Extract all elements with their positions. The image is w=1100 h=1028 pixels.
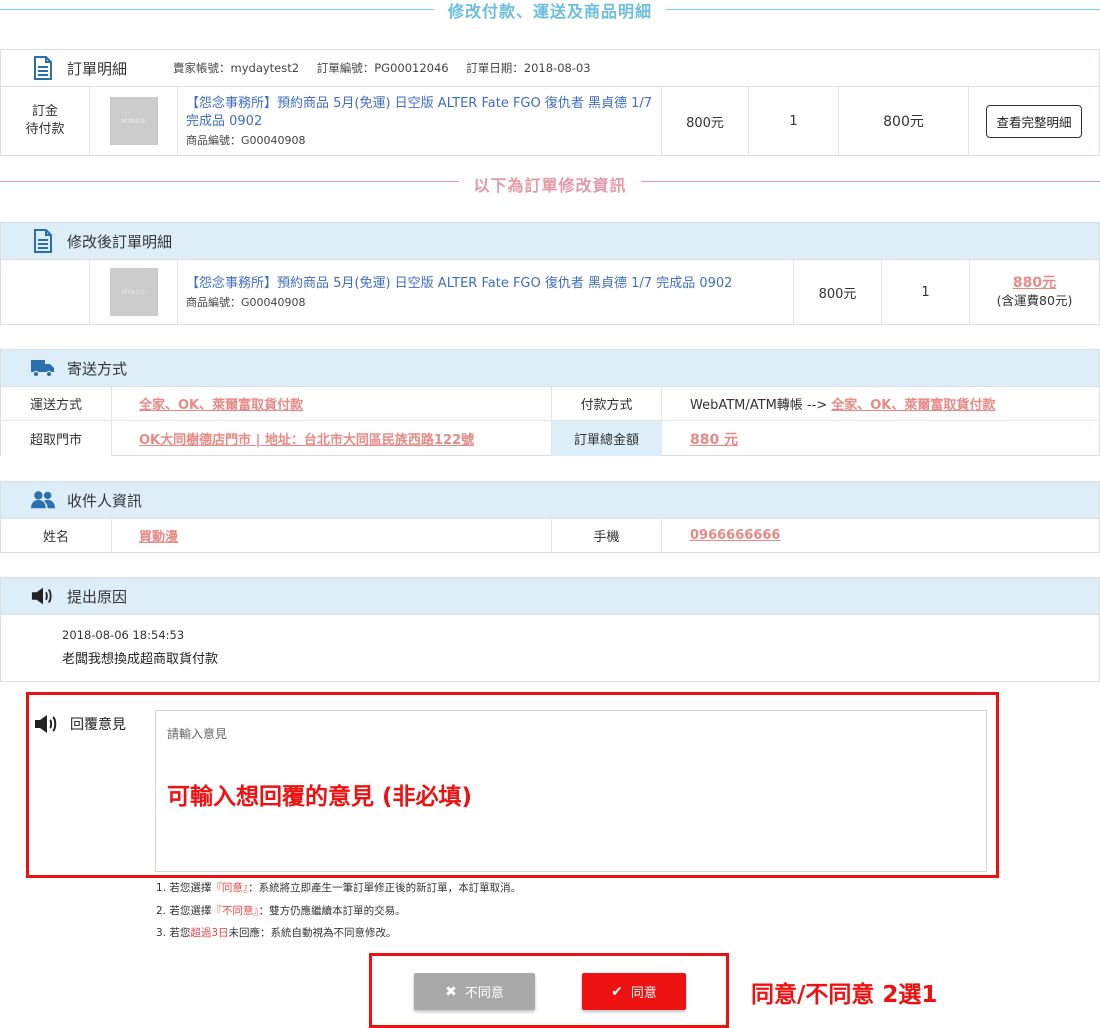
pickup-store-value: OK大同樹德店門市 | 地址：台北市大同區民族西路122號 (139, 433, 475, 448)
reason-header: 提出原因 (1, 578, 1099, 615)
note-disagree: 2. 若您選擇『不同意』：雙方仍應繼續本訂單的交易。 (156, 905, 406, 917)
modified-total: 880元 (1012, 275, 1057, 291)
recipient-phone: 0966666666 (690, 528, 781, 543)
phone-label: 手機 (552, 519, 662, 552)
name-label: 姓名 (1, 519, 112, 552)
table-row: 超取門市 OK大同樹德店門市 | 地址：台北市大同區民族西路122號 訂單總金額… (1, 421, 1099, 456)
reply-placeholder: 請輸入意見 (167, 727, 228, 741)
order-date: 訂單日期：2018-08-03 (466, 61, 591, 75)
order-status: 訂金 待付款 (1, 87, 90, 155)
close-icon: ✖ (445, 983, 457, 1000)
product-thumbnail[interactable]: MYACG (109, 97, 158, 145)
product-name-link[interactable]: 【怨念事務所】預約商品 5月(免運) 日空版 ALTER Fate FGO 復仇… (186, 275, 732, 293)
modified-order-panel: 修改後訂單明細 MYACG 【怨念事務所】預約商品 5月(免運) 日空版 ALT… (0, 222, 1100, 325)
shipping-header: 寄送方式 (1, 350, 1099, 387)
check-icon: ✔ (611, 983, 623, 1000)
unit-price: 800元 (662, 87, 749, 155)
reply-textarea[interactable]: 請輸入意見 可輸入想回覆的意見 (非必填) (155, 710, 987, 872)
pay-method-prefix: WebATM/ATM轉帳 --> (690, 398, 828, 413)
ship-method-value: 全家、OK、萊爾富取貨付款 (139, 398, 304, 413)
order-total-value: 880 元 (690, 431, 739, 448)
product-code: 商品編號：G00040908 (186, 133, 306, 147)
document-icon (31, 56, 55, 80)
seller-account: 賣家帳號：mydaytest2 (173, 61, 300, 75)
recipient-name: 買動漫 (139, 530, 179, 545)
product-code: 商品編號：G00040908 (186, 295, 306, 309)
divider-title: 修改付款、運送及商品明細 (433, 2, 666, 21)
table-row: 訂金 待付款 MYACG 【怨念事務所】預約商品 5月(免運) 日空版 ALTE… (1, 87, 1099, 155)
speaker-icon (34, 714, 60, 734)
reply-label-group: 回覆意見 (34, 714, 126, 734)
section-divider-top: 修改付款、運送及商品明細 (0, 0, 1100, 21)
panel-title: 修改後訂單明細 (67, 232, 173, 251)
pickup-store-label: 超取門市 (1, 421, 112, 456)
document-icon (31, 229, 55, 253)
shipping-panel: 寄送方式 運送方式 全家、OK、萊爾富取貨付款 付款方式 WebATM/ATM轉… (0, 349, 1100, 456)
modified-order-header: 修改後訂單明細 (1, 223, 1099, 260)
order-total-label: 訂單總金額 (552, 421, 662, 456)
table-row: MYACG 【怨念事務所】預約商品 5月(免運) 日空版 ALTER Fate … (1, 260, 1099, 324)
section-divider-mid: 以下為訂單修改資訊 (0, 172, 1100, 195)
recipient-panel: 收件人資訊 姓名 買動漫 手機 0966666666 (0, 481, 1100, 553)
reason-message: 老闆我想換成超商取貨付款 (62, 652, 219, 667)
ship-method-label: 運送方式 (1, 387, 112, 420)
disagree-button[interactable]: ✖ 不同意 (414, 973, 535, 1010)
speaker-icon (31, 584, 55, 608)
panel-title: 訂單明細 (67, 59, 128, 78)
quantity: 1 (882, 260, 970, 324)
recipient-header: 收件人資訊 (1, 482, 1099, 519)
panel-title: 提出原因 (67, 587, 128, 606)
note-timeout: 3. 若您超過3日未回應：系統自動視為不同意修改。 (156, 927, 397, 939)
product-thumbnail[interactable]: MYACG (109, 268, 158, 316)
table-row: 運送方式 全家、OK、萊爾富取貨付款 付款方式 WebATM/ATM轉帳 -->… (1, 387, 1099, 421)
view-full-details-button[interactable]: 查看完整明細 (986, 104, 1082, 138)
shipping-fee-note: (含運費80元) (996, 293, 1073, 308)
unit-price: 800元 (794, 260, 882, 324)
product-name-link[interactable]: 【怨念事務所】預約商品 5月(免運) 日空版 ALTER Fate FGO 復仇… (186, 95, 653, 131)
pay-method-value: 全家、OK、萊爾富取貨付款 (831, 398, 996, 413)
panel-title: 寄送方式 (67, 359, 128, 378)
reason-timestamp: 2018-08-06 18:54:53 (62, 628, 185, 642)
order-number: 訂單編號：PG00012046 (316, 61, 449, 75)
truck-icon (31, 356, 55, 380)
users-icon (31, 488, 55, 512)
action-annotation: 同意/不同意 2選1 (751, 982, 938, 1008)
divider-title: 以下為訂單修改資訊 (459, 176, 641, 195)
reply-annotation: 可輸入想回覆的意見 (非必填) (167, 784, 473, 810)
quantity: 1 (749, 87, 839, 155)
reason-panel: 提出原因 2018-08-06 18:54:53 老闆我想換成超商取貨付款 (0, 577, 1100, 682)
order-details-header: 訂單明細 賣家帳號：mydaytest2 訂單編號：PG00012046 訂單日… (1, 50, 1099, 87)
subtotal: 800元 (839, 87, 969, 155)
order-details-panel: 訂單明細 賣家帳號：mydaytest2 訂單編號：PG00012046 訂單日… (0, 49, 1100, 156)
pay-method-label: 付款方式 (552, 387, 662, 420)
note-agree: 1. 若您選擇『同意』：系統將立即產生一筆訂單修正後的新訂單，本訂單取消。 (156, 882, 522, 894)
table-row: 姓名 買動漫 手機 0966666666 (1, 519, 1099, 552)
agree-button[interactable]: ✔ 同意 (582, 973, 686, 1010)
order-meta: 賣家帳號：mydaytest2 訂單編號：PG00012046 訂單日期：201… (173, 60, 605, 76)
panel-title: 收件人資訊 (67, 491, 143, 510)
reply-label: 回覆意見 (70, 717, 126, 733)
